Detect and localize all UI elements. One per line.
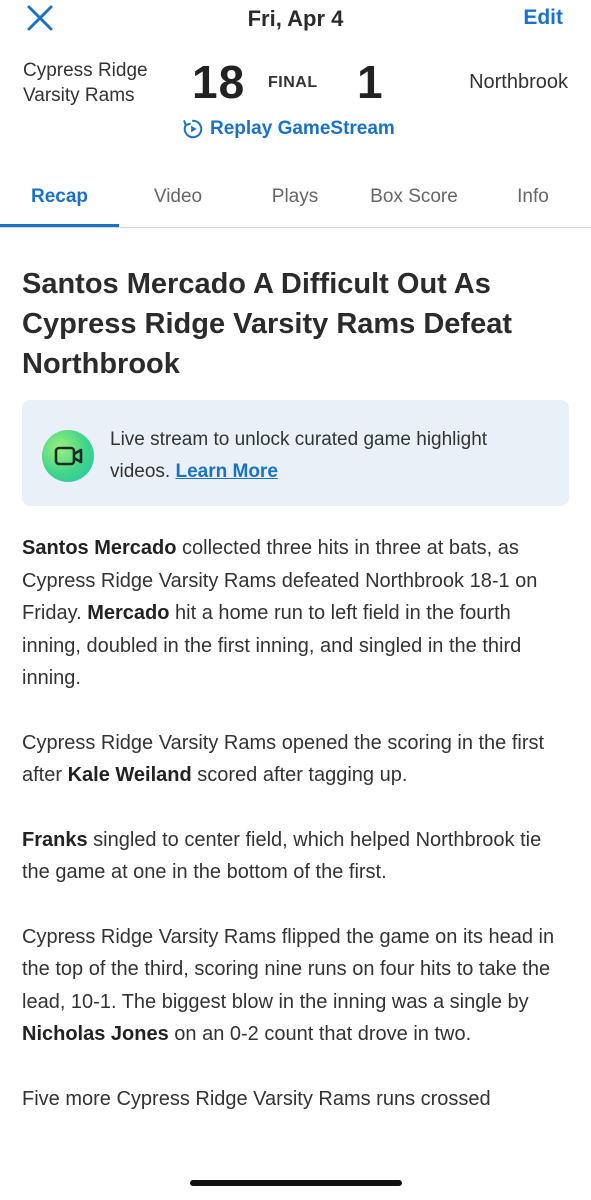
paragraph-text: Five more Cypress Ridge Varsity Rams run…: [22, 1087, 491, 1110]
edit-button[interactable]: Edit: [523, 6, 563, 30]
article-paragraph: Five more Cypress Ridge Varsity Rams run…: [22, 1083, 572, 1116]
active-tab-indicator: [0, 224, 119, 227]
home-score: 18: [192, 56, 246, 108]
player-name: Nicholas Jones: [22, 1023, 169, 1045]
home-team-line2: Varsity Rams: [23, 85, 135, 106]
learn-more-link[interactable]: Learn More: [175, 461, 277, 482]
player-name: Mercado: [87, 602, 170, 624]
paragraph-text: scored after tagging up.: [191, 764, 408, 786]
paragraph-text: Cypress Ridge Varsity Rams flipped the g…: [22, 925, 555, 1013]
home-team-name[interactable]: Cypress Ridge Varsity Rams: [23, 58, 193, 108]
home-indicator[interactable]: [190, 1180, 402, 1186]
promo-message: Live stream to unlock curated game highl…: [110, 424, 550, 488]
home-team-line1: Cypress Ridge: [23, 60, 148, 81]
player-name: Santos Mercado: [22, 537, 177, 559]
paragraph-text: singled to center field, which helped No…: [22, 828, 542, 884]
article-paragraph: Santos Mercado collected three hits in t…: [22, 532, 572, 695]
tab-plays[interactable]: Plays: [237, 186, 353, 208]
replay-label: Replay GameStream: [210, 118, 395, 139]
replay-icon: [183, 119, 203, 139]
tab-recap[interactable]: Recap: [0, 186, 119, 208]
player-name: Franks: [22, 828, 88, 851]
livestream-promo-banner: Live stream to unlock curated game highl…: [22, 400, 569, 506]
tab-info[interactable]: Info: [475, 186, 591, 208]
promo-text: Live stream to unlock curated game highl…: [110, 429, 488, 482]
game-status: FINAL: [268, 74, 318, 91]
tab-video[interactable]: Video: [119, 186, 237, 208]
tab-bar: Recap Video Plays Box Score Info: [0, 166, 591, 228]
video-camera-icon: [42, 430, 94, 482]
top-bar: Fri, Apr 4 Edit: [0, 0, 591, 40]
article-paragraph: Cypress Ridge Varsity Rams flipped the g…: [22, 921, 572, 1051]
game-date: Fri, Apr 4: [247, 6, 344, 31]
article-headline: Santos Mercado A Difficult Out As Cypres…: [22, 268, 512, 380]
paragraph-text: on an 0-2 count that drove in two.: [168, 1023, 472, 1045]
away-team-name[interactable]: Northbrook: [469, 71, 568, 94]
tab-box-score[interactable]: Box Score: [353, 186, 475, 208]
article-paragraph: Cypress Ridge Varsity Rams opened the sc…: [22, 727, 572, 792]
article-body: Santos Mercado collected three hits in t…: [22, 532, 572, 1147]
away-score: 1: [357, 56, 383, 108]
player-name: Kale Weiland: [67, 764, 192, 786]
article-paragraph: Franks singled to center field, which he…: [22, 824, 572, 889]
replay-gamestream-button[interactable]: Replay GameStream: [182, 118, 395, 140]
